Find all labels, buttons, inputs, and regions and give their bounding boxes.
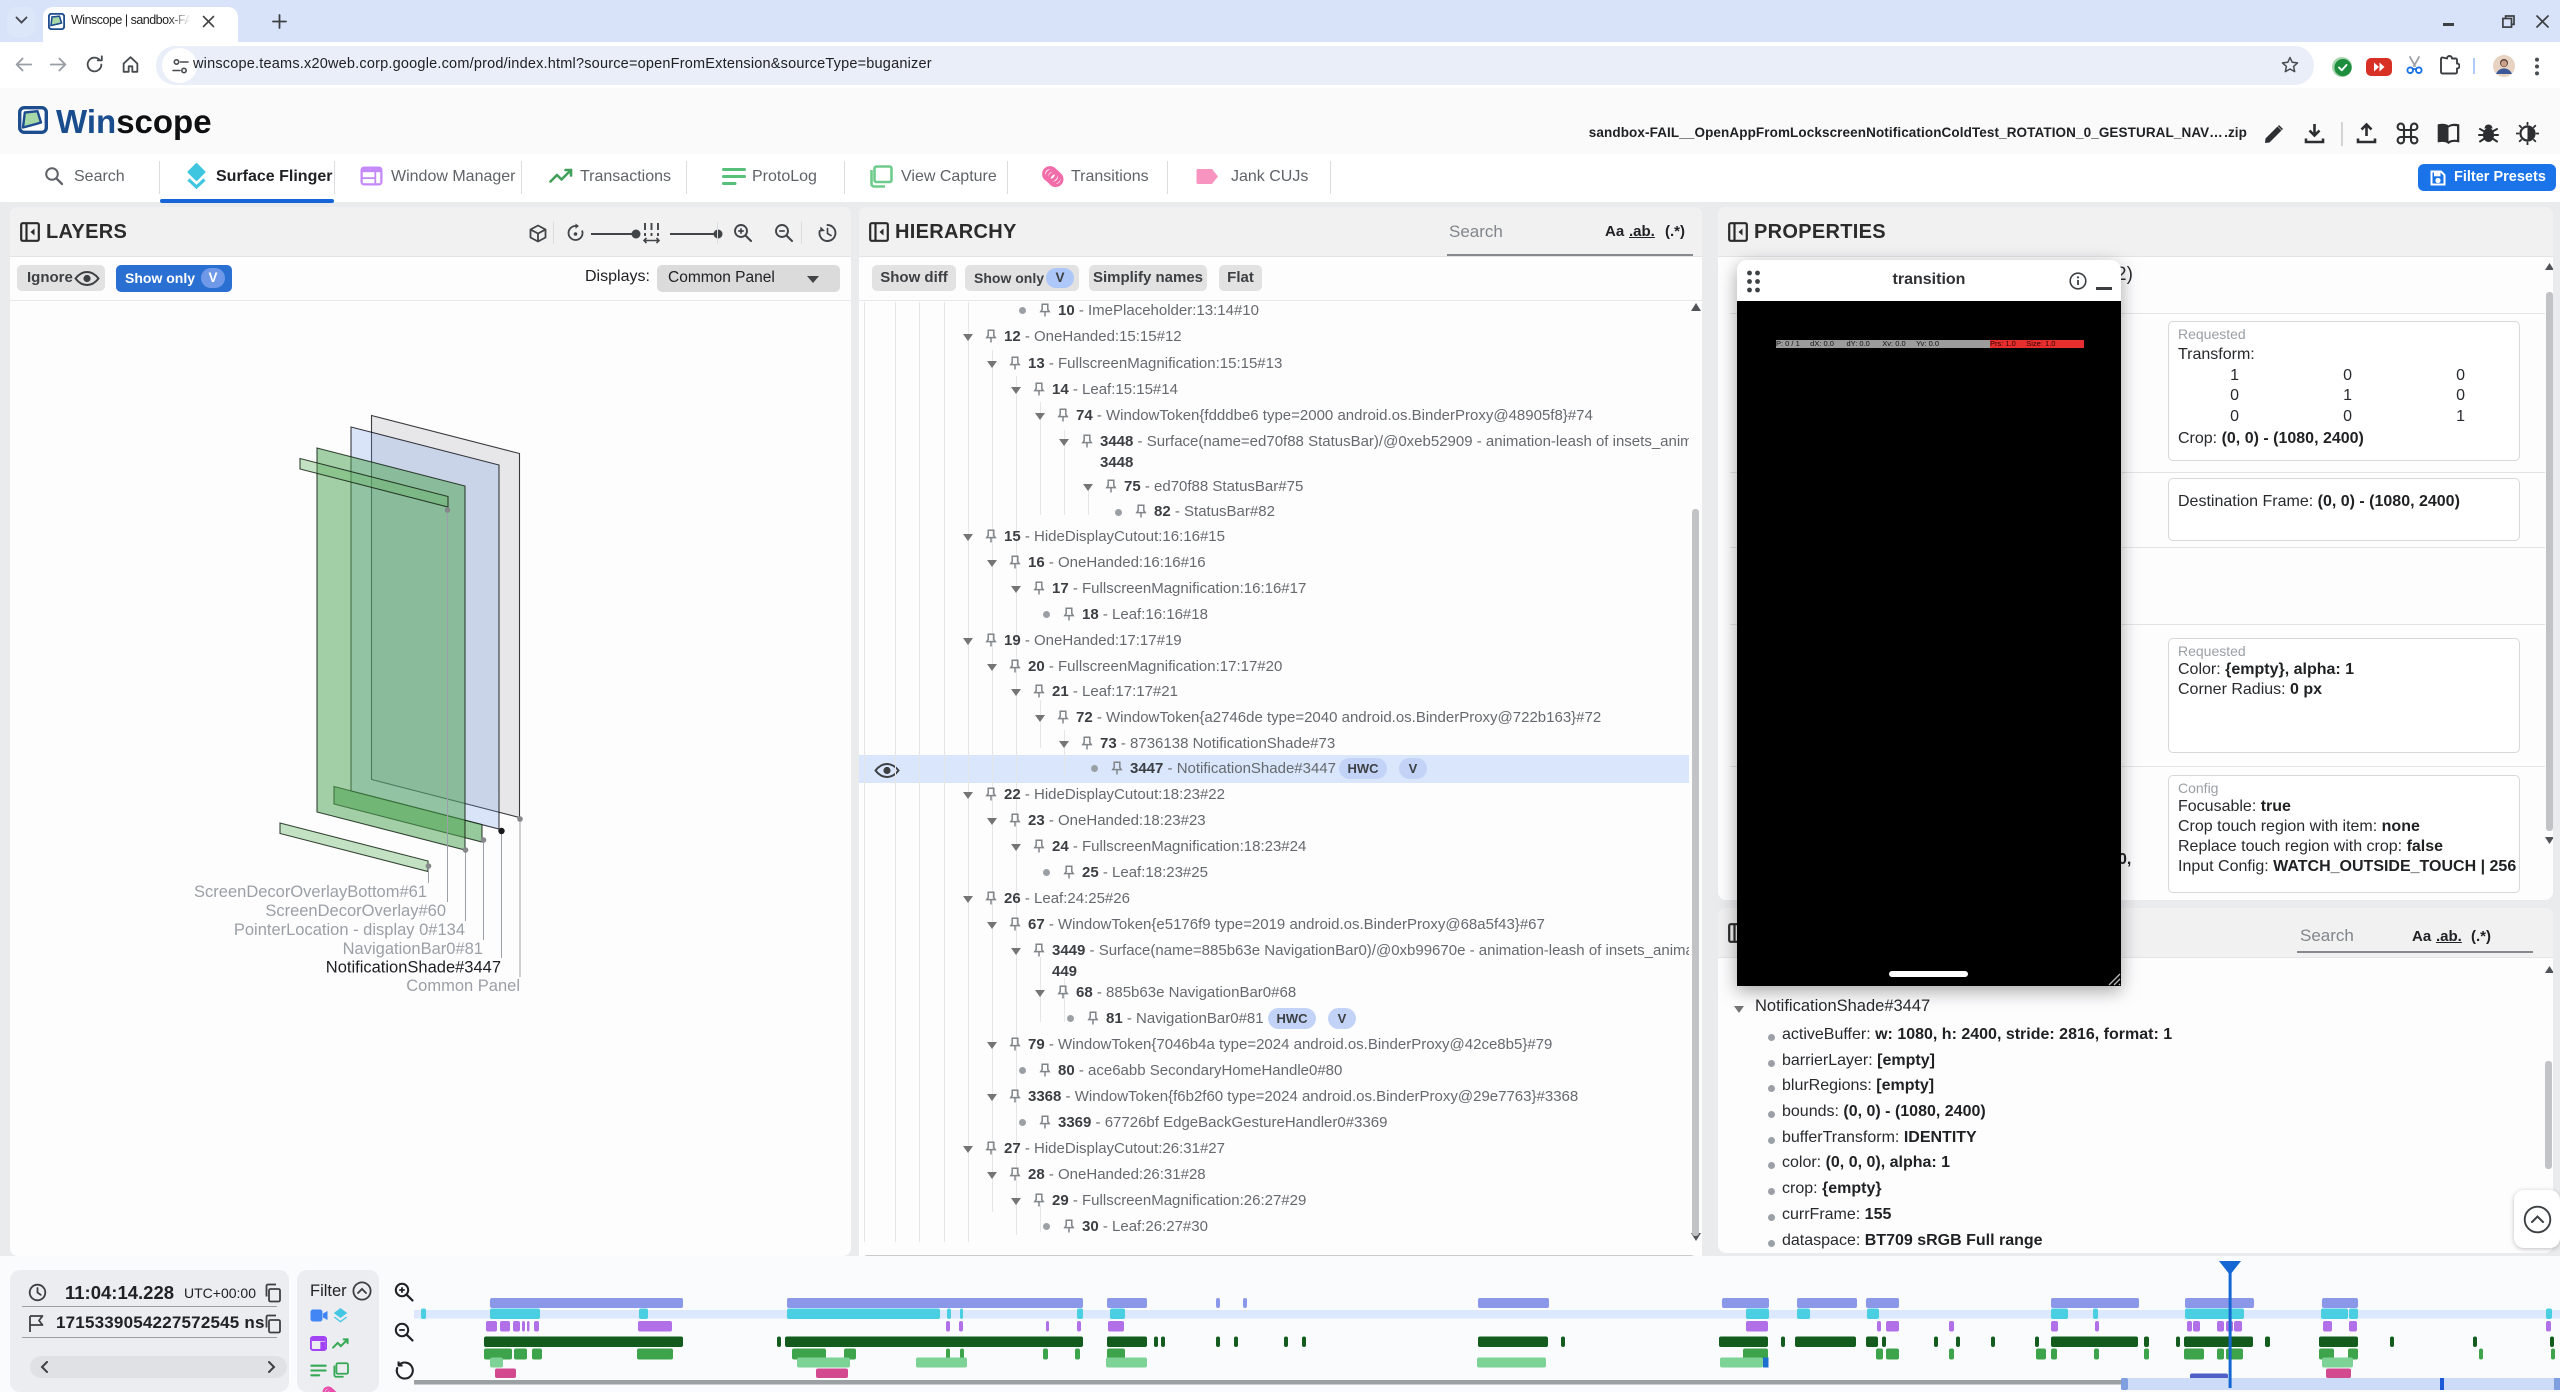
svg-text:ScreenDecorOverlay#60: ScreenDecorOverlay#60 [265, 902, 446, 920]
svg-text:NavigationBar0#81: NavigationBar0#81 [343, 940, 483, 958]
svg-text:Common Panel: Common Panel [406, 977, 520, 995]
svg-text:NotificationShade#3447: NotificationShade#3447 [326, 959, 501, 977]
svg-text:PointerLocation - display 0#13: PointerLocation - display 0#134 [234, 921, 465, 939]
svg-text:ScreenDecorOverlayBottom#61: ScreenDecorOverlayBottom#61 [194, 883, 427, 901]
